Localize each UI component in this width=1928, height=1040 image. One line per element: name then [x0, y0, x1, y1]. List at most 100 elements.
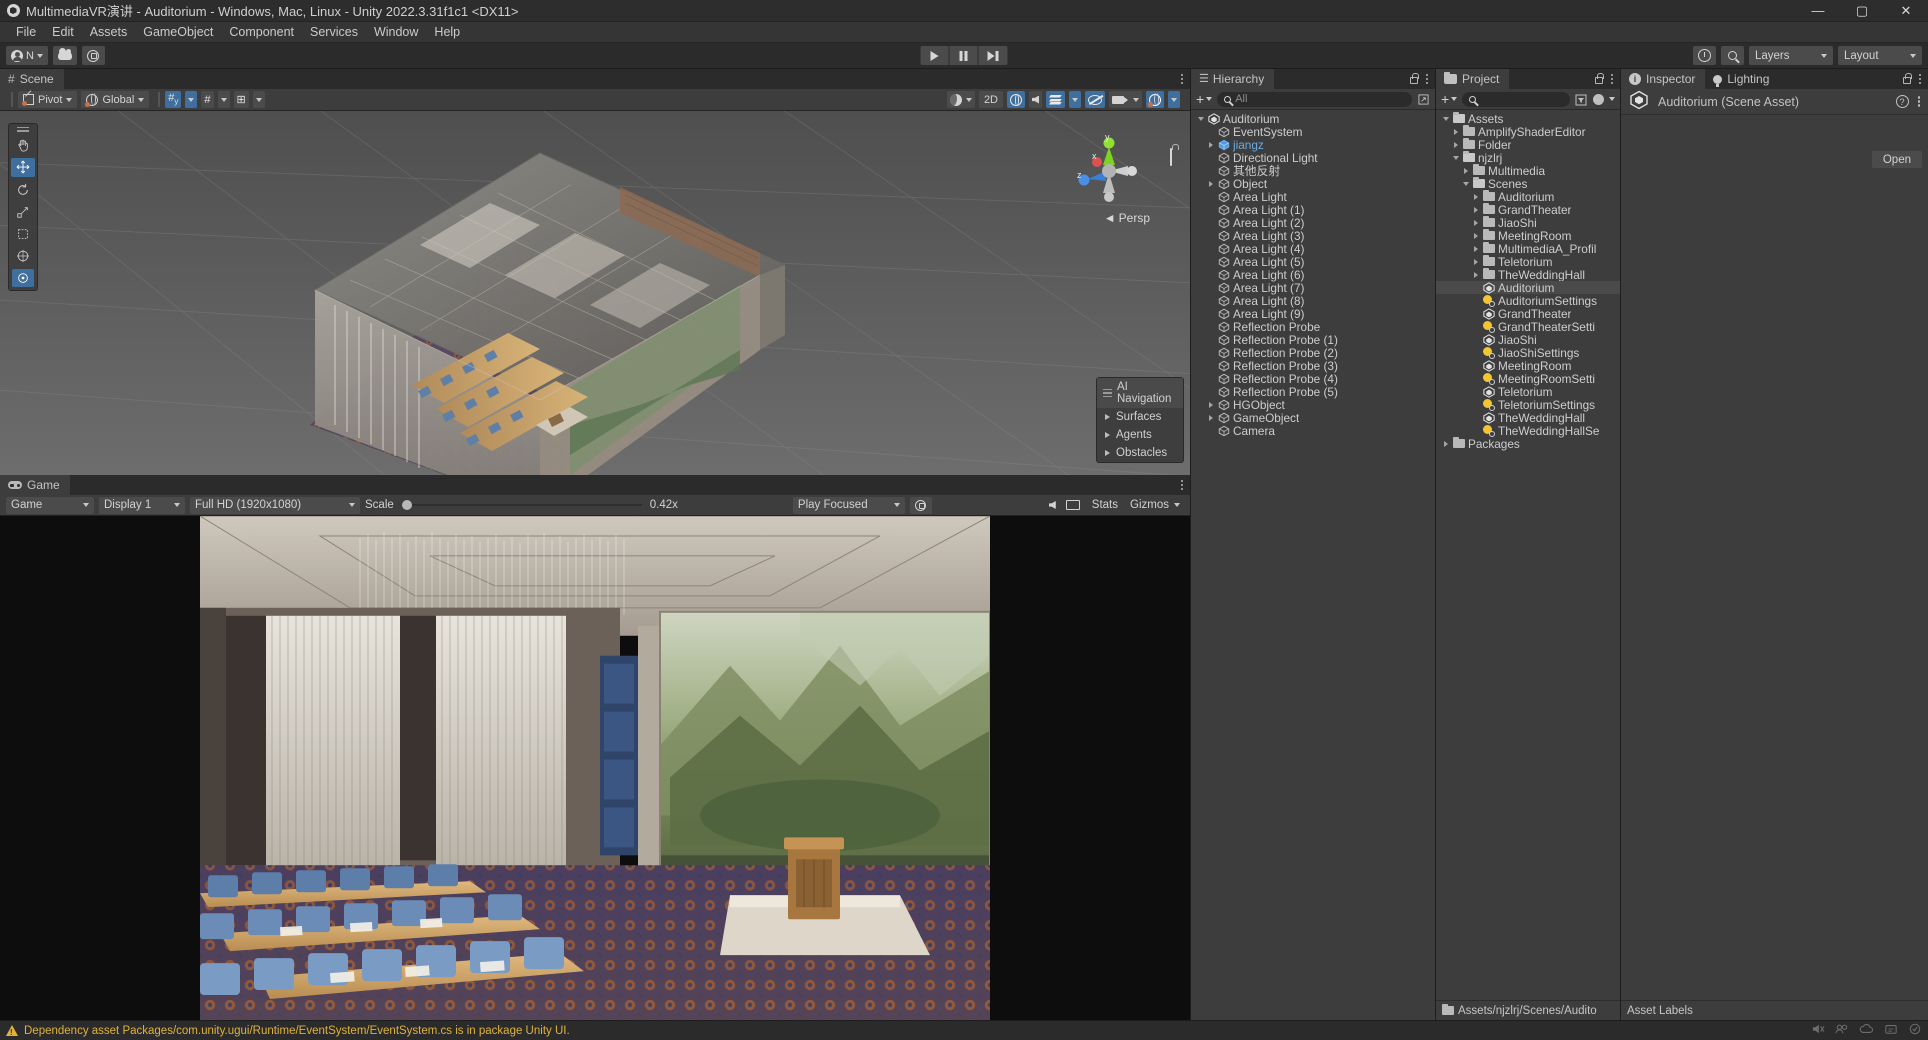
chevron-right-icon[interactable] — [1471, 206, 1480, 213]
game-mode-dropdown[interactable]: Game — [6, 496, 94, 514]
hierarchy-row[interactable]: Area Light (4) — [1191, 242, 1435, 256]
hierarchy-row[interactable]: Area Light (9) — [1191, 307, 1435, 321]
chevron-right-icon[interactable] — [1471, 245, 1480, 252]
layout-dropdown[interactable]: Layout — [1838, 46, 1922, 65]
hierarchy-row[interactable]: Object — [1191, 177, 1435, 191]
project-row[interactable]: MultimediaA_Profil — [1436, 241, 1620, 256]
project-row[interactable]: njzlrj — [1436, 150, 1620, 165]
chevron-right-icon[interactable] — [1471, 219, 1480, 226]
menu-window[interactable]: Window — [366, 23, 426, 42]
project-row[interactable]: Assets — [1436, 111, 1620, 126]
tool-settings-toggle[interactable]: ⊞ — [233, 91, 249, 108]
hierarchy-row[interactable]: Reflection Probe (1) — [1191, 333, 1435, 347]
menu-edit[interactable]: Edit — [44, 23, 82, 42]
minimize-button[interactable]: — — [1796, 0, 1840, 22]
project-row[interactable]: Auditorium — [1436, 281, 1620, 295]
play-button[interactable] — [920, 46, 950, 65]
project-row[interactable]: TheWeddingHallSe — [1436, 424, 1620, 438]
aspect-button[interactable] — [1065, 500, 1080, 510]
mute-icon[interactable] — [1811, 1023, 1825, 1038]
snap-increment-toggle[interactable]: # — [201, 91, 214, 108]
close-button[interactable]: ✕ — [1884, 0, 1928, 22]
hierarchy-row[interactable]: Directional Light — [1191, 151, 1435, 165]
hierarchy-row[interactable]: Reflection Probe (4) — [1191, 372, 1435, 386]
chevron-right-icon[interactable] — [1471, 271, 1480, 278]
account-button[interactable]: N — [6, 46, 48, 65]
shading-mode-dropdown[interactable] — [946, 91, 975, 108]
chevron-right-icon[interactable] — [1451, 128, 1460, 135]
grid-snapping-toggle[interactable]: #y — [165, 91, 182, 108]
chevron-down-icon[interactable] — [1461, 181, 1470, 186]
project-row[interactable]: Folder — [1436, 137, 1620, 152]
project-row[interactable]: JiaoShi — [1436, 215, 1620, 230]
hierarchy-list[interactable]: Auditorium EventSystem jiangz Directional L… — [1191, 110, 1435, 1020]
toggle-2d-button[interactable]: 2D — [978, 91, 1003, 108]
hierarchy-row[interactable]: Area Light (1) — [1191, 203, 1435, 217]
chevron-right-icon[interactable] — [1206, 141, 1215, 148]
hierarchy-row[interactable]: EventSystem — [1191, 125, 1435, 139]
project-row[interactable]: GrandTheaterSetti — [1436, 320, 1620, 334]
project-row[interactable]: MeetingRoom — [1436, 359, 1620, 373]
project-row[interactable]: TheWeddingHall — [1436, 411, 1620, 425]
tab-game[interactable]: Game — [0, 475, 70, 495]
mute-audio-button[interactable] — [1048, 501, 1056, 509]
menu-component[interactable]: Component — [221, 23, 302, 42]
lock-icon[interactable] — [1902, 73, 1912, 84]
cloud-icon[interactable] — [1859, 1023, 1874, 1038]
project-row[interactable]: Multimedia — [1436, 163, 1620, 178]
tab-scene[interactable]: # Scene — [0, 69, 64, 89]
editor-settings-button[interactable] — [81, 46, 105, 65]
hierarchy-row[interactable]: 其他反射 — [1191, 164, 1435, 178]
status-bar[interactable]: Dependency asset Packages/com.unity.ugui… — [0, 1020, 1928, 1040]
project-row[interactable]: TeletoriumSettings — [1436, 398, 1620, 412]
project-row[interactable]: AuditoriumSettings — [1436, 294, 1620, 308]
effects-dropdown[interactable] — [1069, 91, 1081, 108]
scene-camera-button[interactable] — [1109, 91, 1142, 108]
scene-viewport[interactable]: y z x ◄ Persp AI Navigation Surfaces Age… — [0, 111, 1190, 475]
project-row[interactable]: AmplifyShaderEditor — [1436, 124, 1620, 139]
scene-audio-toggle[interactable] — [1029, 91, 1042, 108]
project-add-button[interactable]: + — [1441, 92, 1458, 106]
tab-hierarchy[interactable]: ☰ Hierarchy — [1191, 69, 1275, 89]
project-row[interactable]: TheWeddingHall — [1436, 267, 1620, 282]
hierarchy-expand-icon[interactable] — [1417, 93, 1430, 105]
resolution-dropdown[interactable]: Full HD (1920x1080) — [190, 496, 360, 514]
chevron-right-icon[interactable] — [1441, 440, 1450, 447]
scale-slider[interactable] — [401, 499, 642, 512]
game-viewport[interactable] — [0, 516, 1190, 1020]
hierarchy-row[interactable]: Reflection Probe — [1191, 320, 1435, 334]
hierarchy-search-input[interactable]: All — [1217, 91, 1412, 107]
hierarchy-row[interactable]: jiangz — [1191, 138, 1435, 152]
hierarchy-row[interactable]: Area Light (5) — [1191, 255, 1435, 269]
tab-inspector[interactable]: i Inspector — [1621, 69, 1706, 89]
check-icon[interactable] — [1908, 1023, 1922, 1038]
project-row[interactable]: MeetingRoom — [1436, 228, 1620, 243]
chevron-down-icon[interactable] — [1609, 97, 1615, 101]
project-list[interactable]: Assets AmplifyShaderEditor Folder njzlrj Mul… — [1436, 110, 1620, 1000]
rect-tool-button[interactable] — [12, 225, 34, 243]
project-row[interactable]: Packages — [1436, 436, 1620, 451]
menu-help[interactable]: Help — [426, 23, 468, 42]
ai-nav-agents[interactable]: Agents — [1097, 426, 1183, 444]
project-row[interactable]: Scenes — [1436, 176, 1620, 191]
transform-tool-button[interactable] — [12, 247, 34, 265]
chevron-down-icon[interactable] — [1441, 116, 1450, 121]
inspector-context-menu-icon[interactable] — [1917, 96, 1920, 107]
hierarchy-menu-icon[interactable] — [1425, 73, 1428, 85]
stats-button[interactable]: Stats — [1092, 499, 1118, 511]
project-row[interactable]: Auditorium — [1436, 189, 1620, 204]
chevron-right-icon[interactable] — [1471, 258, 1480, 265]
hierarchy-row[interactable]: Area Light (2) — [1191, 216, 1435, 230]
hierarchy-row[interactable]: HGObject — [1191, 398, 1435, 412]
hierarchy-row[interactable]: Reflection Probe (2) — [1191, 346, 1435, 360]
hierarchy-row[interactable]: Area Light (3) — [1191, 229, 1435, 243]
camera-projection-label[interactable]: ◄ Persp — [1104, 211, 1150, 225]
handle-space-dropdown[interactable]: Global — [81, 91, 150, 108]
chevron-right-icon[interactable] — [1206, 401, 1215, 408]
chevron-right-icon[interactable] — [1471, 193, 1480, 200]
collab-icon[interactable] — [1835, 1023, 1849, 1038]
ai-navigation-header[interactable]: AI Navigation — [1097, 378, 1183, 408]
scene-menu-icon[interactable] — [1180, 73, 1183, 85]
chevron-right-icon[interactable] — [1471, 232, 1480, 239]
menu-gameobject[interactable]: GameObject — [135, 23, 221, 42]
